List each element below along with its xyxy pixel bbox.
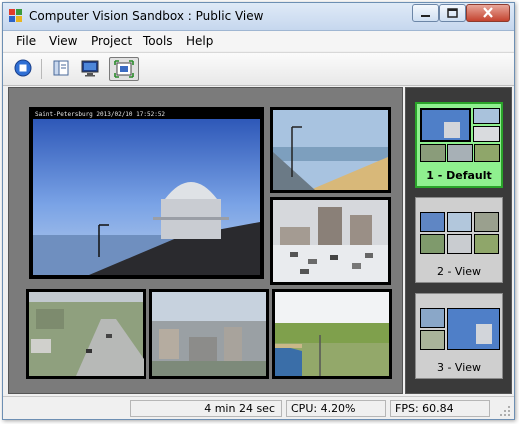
camera-view-field[interactable] xyxy=(272,289,392,379)
close-icon xyxy=(483,7,493,18)
title-bar[interactable]: Computer Vision Sandbox : Public View xyxy=(3,3,514,31)
menu-view[interactable]: View xyxy=(49,34,77,48)
camera-view-road[interactable] xyxy=(26,289,146,379)
menu-bar: File View Project Tools Help xyxy=(3,31,514,51)
view-label: 3 - View xyxy=(436,361,482,374)
menu-tools[interactable]: Tools xyxy=(143,34,173,48)
uptime-status: 4 min 24 sec xyxy=(130,400,282,417)
menu-help[interactable]: Help xyxy=(186,34,213,48)
app-logo-icon xyxy=(9,9,23,23)
camera-grid: Saint-Petersburg 2013/02/10 17:52:52 xyxy=(8,87,403,394)
rooftops-image xyxy=(152,292,266,376)
stop-icon xyxy=(14,59,32,77)
maximize-icon xyxy=(447,8,458,18)
menu-project[interactable]: Project xyxy=(91,34,132,48)
camera-overlay-text: Saint-Petersburg 2013/02/10 17:52:52 xyxy=(35,111,165,118)
camera-view-rooftops[interactable] xyxy=(149,289,269,379)
views-panel: 1 - Default 2 - View 3 - View xyxy=(405,87,512,394)
road-image xyxy=(29,292,144,376)
view-item-3[interactable]: 3 - View xyxy=(415,293,503,379)
view-item-2[interactable]: 2 - View xyxy=(415,197,503,283)
beach-image xyxy=(273,110,388,190)
view-label: 2 - View xyxy=(436,265,482,278)
monitor-icon xyxy=(81,60,99,77)
fullscreen-button[interactable] xyxy=(109,57,139,81)
panel-button[interactable] xyxy=(49,57,75,81)
view-layout-preview xyxy=(420,108,500,162)
monitor-button[interactable] xyxy=(78,57,104,81)
camera-view-observatory[interactable]: Saint-Petersburg 2013/02/10 17:52:52 xyxy=(29,107,264,279)
toolbar-separator xyxy=(41,59,42,79)
minimize-button[interactable] xyxy=(412,4,439,22)
view-layout-preview xyxy=(420,212,499,254)
camera-view-beach[interactable] xyxy=(270,107,391,193)
app-window: Computer Vision Sandbox : Public View Fi… xyxy=(2,2,515,420)
parking-image xyxy=(273,200,388,282)
panel-icon xyxy=(53,60,69,76)
observatory-image: Saint-Petersburg 2013/02/10 17:52:52 xyxy=(33,109,260,275)
camera-view-parking[interactable] xyxy=(270,197,391,285)
maximize-button[interactable] xyxy=(439,4,466,22)
close-button[interactable] xyxy=(466,4,510,22)
view-label: 1 - Default xyxy=(426,169,492,182)
fps-status: FPS: 60.84 xyxy=(390,400,490,417)
minimize-icon xyxy=(421,15,430,17)
fullscreen-icon xyxy=(114,60,134,78)
field-image xyxy=(275,292,389,376)
resize-grip-icon[interactable] xyxy=(499,405,511,417)
view-item-default[interactable]: 1 - Default xyxy=(415,102,503,188)
status-bar: 4 min 24 sec CPU: 4.20% FPS: 60.84 xyxy=(3,396,514,419)
window-title: Computer Vision Sandbox : Public View xyxy=(29,9,264,23)
toolbar xyxy=(3,52,514,86)
view-layout-preview xyxy=(420,308,500,350)
menu-file[interactable]: File xyxy=(16,34,36,48)
cpu-status: CPU: 4.20% xyxy=(286,400,386,417)
stop-button[interactable] xyxy=(11,57,37,81)
